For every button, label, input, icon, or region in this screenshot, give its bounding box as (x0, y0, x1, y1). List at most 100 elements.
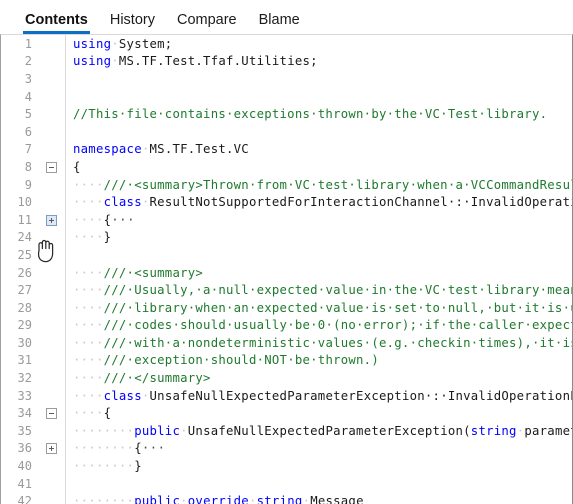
line-number: 7 (24, 142, 32, 157)
fold-gutter (37, 175, 66, 194)
expand-region-button[interactable] (45, 214, 57, 226)
code-text[interactable]: ········public·UnsafeNullExpectedParamet… (66, 422, 572, 440)
token-id: { (134, 441, 142, 456)
tab-contents[interactable]: Contents (14, 11, 99, 35)
code-line: 2 using·MS.TF.Test.Tfaf.Utilities; (1, 52, 573, 71)
line-number: 2 (24, 54, 32, 69)
indent-whitespace: ········ (73, 441, 135, 456)
line-number: 33 (17, 388, 32, 403)
code-text[interactable]: ····{ (66, 404, 573, 422)
token-kw: class (103, 195, 142, 210)
expand-region-button[interactable] (45, 443, 57, 455)
indent-whitespace: ···· (73, 195, 104, 210)
code-line: 26 ····///·<summary> (1, 263, 573, 282)
token-cm: //This·file·contains·exceptions·thrown·b… (73, 107, 548, 122)
code-text[interactable]: ········{··· (66, 440, 573, 458)
code-text[interactable]: ········public·override·string·Message (66, 492, 573, 504)
fold-gutter (37, 52, 66, 71)
line-number: 36 (17, 441, 32, 456)
code-line: 25 (1, 246, 572, 264)
code-text[interactable]: ····///·Usually,·a·null·expected·value·i… (66, 281, 572, 299)
code-text[interactable]: ····///·<summary> (66, 264, 573, 282)
code-text[interactable]: ····///·</summary> (66, 369, 573, 387)
code-line: 41 (1, 474, 573, 493)
tab-compare[interactable]: Compare (166, 12, 248, 35)
code-text[interactable]: ····} (66, 229, 573, 247)
fold-gutter[interactable] (37, 158, 66, 176)
line-number: 34 (17, 406, 32, 421)
fold-gutter[interactable] (37, 439, 66, 458)
code-text[interactable]: { (66, 158, 573, 176)
code-text[interactable]: ····class·UnsafeNullExpectedParameterExc… (66, 387, 572, 405)
fold-gutter (37, 492, 66, 504)
token-kw: namespace (73, 142, 142, 157)
code-text[interactable]: ····///·library·when·an·expected·value·i… (66, 299, 572, 317)
code-scroll-area[interactable]: 1 using·System; 2 using·MS.TF.Test.Tfaf.Uti… (1, 35, 572, 504)
fold-gutter (37, 87, 66, 106)
fold-gutter[interactable] (37, 404, 66, 423)
indent-whitespace: ········ (73, 459, 135, 474)
indent-whitespace: ···· (73, 230, 104, 245)
indent-whitespace: ···· (73, 371, 104, 386)
line-number: 30 (17, 335, 32, 350)
token-kw: string (470, 423, 517, 438)
indent-whitespace: ···· (73, 335, 104, 350)
fold-gutter (37, 334, 66, 352)
token-ws: · (141, 195, 150, 210)
code-line: 33 ····class·UnsafeNullExpectedParameterE… (1, 386, 572, 405)
fold-gutter (37, 263, 66, 282)
code-line: 8{ (1, 158, 572, 176)
code-text[interactable] (66, 246, 573, 264)
code-line: 9 ····///·<summary>Thrown·from·VC·test·li… (1, 175, 572, 194)
token-cm: ///·<summary>Thrown·from·VC·test·library… (103, 177, 572, 192)
line-number: 5 (24, 107, 32, 122)
token-id: System; (118, 36, 173, 51)
tab-contents-label: Contents (25, 11, 88, 28)
token-ws: · (180, 494, 188, 504)
token-id: UnsafeNullExpectedParameterException·:·I… (149, 388, 572, 403)
line-number: 3 (24, 71, 32, 86)
code-text[interactable] (66, 123, 573, 141)
code-text[interactable]: namespace·MS.TF.Test.VC (66, 141, 573, 159)
tab-history-label: History (109, 11, 155, 28)
token-cm: ///·</summary> (103, 371, 211, 386)
line-number: 1 (24, 36, 32, 51)
collapse-region-button[interactable] (45, 161, 57, 173)
indent-whitespace: ···· (73, 177, 104, 192)
code-line: 27 ····///·Usually,·a·null·expected·value… (1, 281, 572, 299)
code-text[interactable]: ····///·exception·should·NOT·be·thrown.) (66, 352, 573, 370)
code-line: 6 (1, 122, 573, 141)
tab-history[interactable]: History (99, 11, 166, 35)
code-text[interactable]: ····class·ResultNotSupportedForInteracti… (66, 193, 572, 211)
code-text[interactable]: using·MS.TF.Test.Tfaf.Utilities; (66, 53, 573, 71)
token-cm: ///·Usually,·a·null·expected·value·in·th… (103, 283, 572, 298)
code-text[interactable]: ····{··· (66, 211, 573, 229)
token-id: MS.TF.Test.Tfaf.Utilities; (118, 54, 318, 69)
collapse-region-button[interactable] (45, 408, 57, 420)
line-number: 6 (24, 124, 32, 139)
code-line: 36 ········{··· (1, 439, 573, 458)
code-text[interactable]: ····///·codes·should·usually·be·0·(no·er… (66, 317, 572, 335)
fold-gutter (37, 122, 66, 141)
code-text[interactable]: ····///·with·a·nondeterministic·values·(… (66, 334, 572, 352)
fold-gutter[interactable] (37, 210, 66, 229)
code-text[interactable]: //This·file·contains·exceptions·thrown·b… (66, 105, 573, 123)
indent-whitespace: ···· (73, 212, 104, 227)
code-text[interactable] (66, 88, 573, 106)
code-editor[interactable]: 1 using·System; 2 using·MS.TF.Test.Tfaf.Uti… (0, 34, 573, 504)
code-text[interactable] (66, 70, 573, 88)
code-text[interactable]: ········} (66, 457, 573, 475)
code-lines-table: 1 using·System; 2 using·MS.TF.Test.Tfaf.Uti… (1, 35, 572, 504)
token-kw: override (187, 494, 249, 504)
code-text[interactable] (66, 475, 573, 493)
line-number: 31 (17, 353, 32, 368)
line-number: 24 (17, 230, 32, 245)
code-text[interactable]: ····///·<summary>Thrown·from·VC·test·lib… (66, 176, 572, 194)
line-number: 40 (17, 459, 32, 474)
fold-gutter (37, 474, 66, 493)
code-text[interactable]: using·System; (66, 35, 573, 53)
tab-blame[interactable]: Blame (248, 12, 311, 35)
token-cm: ///·<summary> (103, 265, 204, 280)
fold-gutter (37, 70, 66, 88)
line-number: 26 (17, 265, 32, 280)
